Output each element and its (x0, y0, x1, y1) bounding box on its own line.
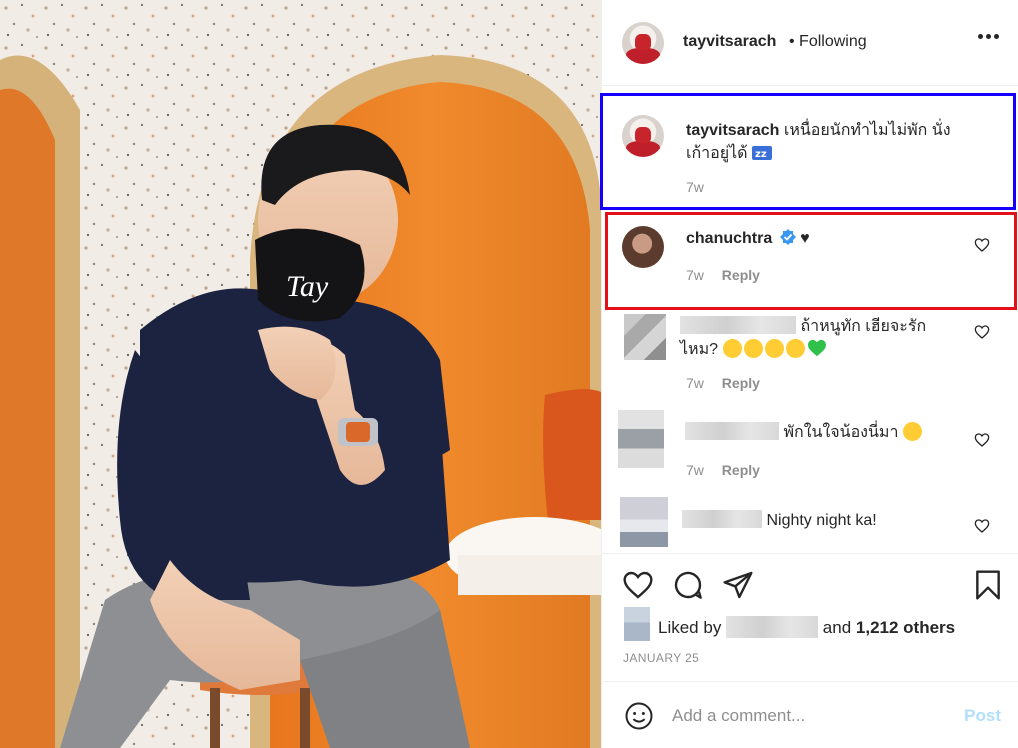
comment-input[interactable] (672, 704, 942, 728)
comment-body-line-1: ถ้าหนูทัก เฮียจะรัก (800, 318, 927, 335)
likes-summary[interactable]: Liked by and 1,212 others (658, 616, 955, 638)
green-heart-emoji-icon (807, 339, 826, 357)
verified-badge-icon (779, 229, 796, 245)
comment-avatar[interactable] (624, 314, 666, 360)
comment-like-heart-icon[interactable] (974, 518, 990, 534)
reply-button[interactable]: Reply (722, 375, 760, 391)
mask-logo-text: Tay (286, 270, 329, 303)
liked-by-label: Liked by (658, 618, 722, 637)
post-photo: Tay (0, 0, 601, 748)
add-comment-bar: Post (602, 681, 1018, 748)
caption-time: 7w (686, 179, 704, 195)
comment-like-heart-icon[interactable] (974, 237, 990, 253)
post-photo-graphic: Tay (0, 0, 601, 748)
likes-and-label: and (822, 618, 852, 637)
blurred-liker-name[interactable] (726, 616, 819, 638)
post-side-panel: tayvitsarach • Following tayvitsarach เห… (601, 0, 1018, 748)
comment-avatar[interactable] (622, 226, 664, 268)
comment-3-text: พักในใจน้องนี่มา (685, 421, 965, 444)
comment-body: ♥ (800, 230, 810, 247)
squinting-tongue-emoji-icon (722, 339, 742, 358)
comment-like-heart-icon[interactable] (974, 432, 990, 448)
comment-avatar[interactable] (620, 497, 668, 547)
post-header: tayvitsarach • Following (602, 0, 1018, 86)
comment-time: 7w (686, 462, 704, 478)
comment-2-meta: 7w Reply (686, 375, 760, 391)
comment-like-heart-icon[interactable] (974, 324, 990, 340)
bookmark-icon[interactable] (972, 569, 1004, 601)
comment-1-meta: 7w Reply (686, 267, 760, 283)
more-options-icon[interactable] (978, 34, 1000, 40)
comment-1-text: chanuchtra ♥ (686, 227, 810, 250)
comment-4-text: Nighty night ka! (682, 509, 962, 532)
owner-avatar[interactable] (622, 22, 664, 64)
comment-body: พักในใจน้องนี่มา (783, 424, 899, 441)
comment-avatar[interactable] (618, 410, 664, 468)
liker-avatar[interactable] (624, 607, 650, 641)
caption-line-1: เหนื่อยนักทำไมไม่พัก นั่ง (783, 122, 951, 139)
comment-icon[interactable] (672, 569, 704, 601)
heart-eyes-emoji-icon (764, 339, 784, 358)
comment-2-text: ถ้าหนูทัก เฮียจะรัก ไหม? (680, 315, 950, 361)
comment-3-meta: 7w Reply (686, 462, 760, 478)
savoring-food-emoji-icon (902, 422, 922, 441)
heart-icon[interactable] (622, 569, 654, 601)
emoji-icon[interactable] (624, 701, 654, 731)
blurred-username[interactable] (685, 422, 779, 440)
heart-eyes-emoji-icon (743, 339, 763, 358)
reply-button[interactable]: Reply (722, 267, 760, 283)
owner-username[interactable]: tayvitsarach (683, 33, 776, 51)
post-date[interactable]: JANUARY 25 (623, 651, 699, 665)
reply-button[interactable]: Reply (722, 462, 760, 478)
caption: tayvitsarach เหนื่อยนักทำไมไม่พัก นั่ง เ… (686, 119, 986, 165)
caption-avatar[interactable] (622, 115, 664, 157)
likes-count[interactable]: 1,212 others (856, 618, 955, 637)
svg-text:zz: zz (755, 149, 767, 160)
blurred-username[interactable] (682, 510, 762, 528)
caption-username[interactable]: tayvitsarach (686, 122, 779, 139)
post-comment-button[interactable]: Post (964, 706, 1001, 726)
comment-time: 7w (686, 267, 704, 283)
caption-line-2: เก้าอยู่ได้ (686, 145, 748, 162)
rofl-emoji-icon (785, 339, 805, 358)
share-icon[interactable] (722, 569, 754, 601)
comment-body: Nighty night ka! (766, 512, 877, 529)
comment-username[interactable]: chanuchtra (686, 230, 772, 247)
comment-body-line-2: ไหม? (680, 341, 719, 358)
following-status[interactable]: • Following (789, 33, 867, 51)
blurred-username[interactable] (680, 316, 796, 334)
zzz-emoji-icon: zz (752, 146, 773, 160)
comment-time: 7w (686, 375, 704, 391)
